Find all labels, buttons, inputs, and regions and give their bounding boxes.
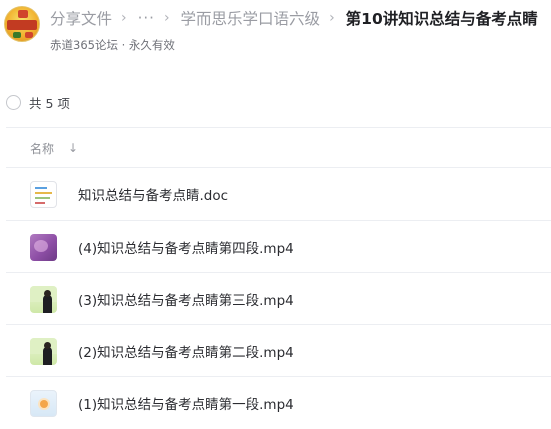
chevron-right-icon: › [121, 10, 127, 26]
video-thumbnail-icon [30, 285, 57, 313]
video-thumbnail-icon [30, 233, 57, 261]
avatar-logo-mark-left [13, 32, 21, 38]
sort-arrow-icon[interactable]: ↓ [68, 141, 78, 155]
breadcrumb-more[interactable]: ··· [138, 9, 155, 27]
file-row[interactable]: (2)知识总结与备考点睛第二段.mp4 [6, 325, 551, 377]
file-name[interactable]: (2)知识总结与备考点睛第二段.mp4 [78, 341, 294, 361]
breadcrumb-root[interactable]: 分享文件 [50, 7, 112, 29]
file-row[interactable]: 知识总结与备考点睛.doc [6, 168, 551, 220]
avatar-logo-mark-right [25, 32, 33, 38]
file-name[interactable]: 知识总结与备考点睛.doc [78, 184, 228, 204]
doc-icon [30, 180, 57, 208]
breadcrumb-current: 第10讲知识总结与备考点睛 [345, 10, 538, 28]
avatar-logo-banner [7, 20, 37, 30]
chevron-right-icon: › [163, 10, 170, 26]
breadcrumb-parent[interactable]: 学而思乐学口语六级 [181, 7, 321, 29]
sharer-avatar[interactable] [4, 6, 40, 42]
file-name[interactable]: (1)知识总结与备考点睛第一段.mp4 [78, 393, 294, 413]
file-name[interactable]: (3)知识总结与备考点睛第三段.mp4 [78, 289, 294, 309]
column-header-name[interactable]: 名称 ↓ [30, 139, 78, 157]
share-header: 分享文件 › ··· › 学而思乐学口语六级 › 第10讲知识总结与备考点睛 赤… [0, 0, 551, 62]
chevron-right-icon: › [329, 10, 335, 26]
avatar-logo-top [18, 10, 28, 18]
video-thumbnail-icon [30, 337, 57, 365]
file-row[interactable]: (4)知识总结与备考点睛第四段.mp4 [6, 221, 551, 273]
select-all-checkbox[interactable] [6, 94, 21, 110]
file-row[interactable]: (1)知识总结与备考点睛第一段.mp4 [6, 377, 551, 429]
divider [6, 127, 551, 128]
select-all-row: 共 5 项 [6, 92, 70, 112]
column-name-label: 名称 [30, 141, 55, 156]
item-count: 共 5 项 [29, 95, 70, 111]
breadcrumb: 分享文件 › ··· › 学而思乐学口语六级 › 第10讲知识总结与备考点睛 [50, 6, 538, 30]
video-thumbnail-icon [30, 389, 57, 417]
file-name[interactable]: (4)知识总结与备考点睛第四段.mp4 [78, 237, 294, 257]
file-row[interactable]: (3)知识总结与备考点睛第三段.mp4 [6, 273, 551, 325]
share-subtitle: 赤道365论坛 · 永久有效 [50, 38, 175, 52]
